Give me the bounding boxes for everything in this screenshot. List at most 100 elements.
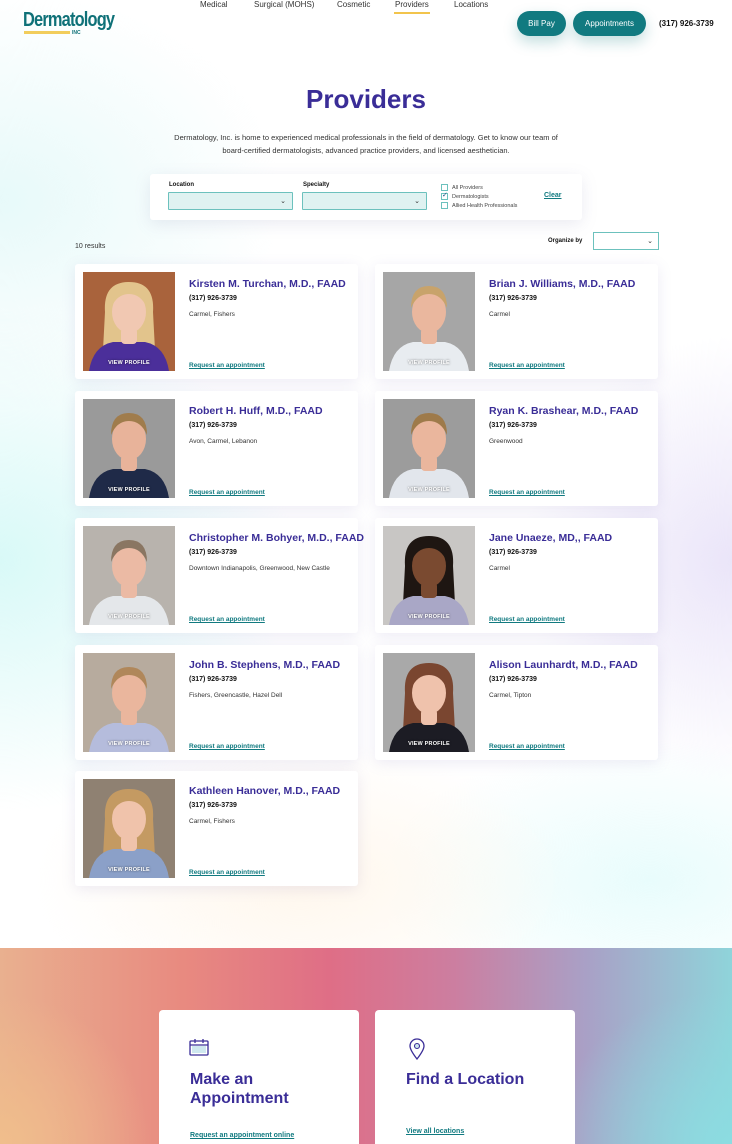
organize-by-select[interactable]: ⌄ bbox=[593, 232, 659, 250]
provider-photo[interactable]: VIEW PROFILE bbox=[83, 526, 175, 625]
find-location-card: Find a Location View all locations bbox=[375, 1010, 575, 1144]
provider-phone[interactable]: (317) 926-3739 bbox=[489, 549, 537, 556]
dermatologists-label: Dermatologists bbox=[452, 193, 489, 200]
provider-photo[interactable]: VIEW PROFILE bbox=[83, 653, 175, 752]
provider-phone[interactable]: (317) 926-3739 bbox=[189, 676, 237, 683]
provider-phone[interactable]: (317) 926-3739 bbox=[489, 295, 537, 302]
provider-phone[interactable]: (317) 926-3739 bbox=[189, 549, 237, 556]
allied-health-checkbox[interactable] bbox=[441, 202, 448, 209]
provider-name[interactable]: Kathleen Hanover, M.D., FAAD bbox=[189, 785, 340, 797]
site-header: Dermatology INC Medical Surgical (MOHS) … bbox=[0, 0, 732, 48]
nav-item-medical[interactable]: Medical bbox=[200, 0, 228, 9]
provider-card: VIEW PROFILE Alison Launhardt, M.D., FAA… bbox=[375, 645, 658, 760]
request-appointment-online-link[interactable]: Request an appointment online bbox=[190, 1132, 294, 1139]
request-appointment-link[interactable]: Request an appointment bbox=[189, 743, 265, 750]
provider-name[interactable]: Robert H. Huff, M.D., FAAD bbox=[189, 405, 323, 417]
provider-phone[interactable]: (317) 926-3739 bbox=[489, 676, 537, 683]
request-appointment-link[interactable]: Request an appointment bbox=[489, 489, 565, 496]
provider-card: VIEW PROFILE Robert H. Huff, M.D., FAAD … bbox=[75, 391, 358, 506]
header-phone-link[interactable]: (317) 926-3739 bbox=[659, 19, 714, 28]
organize-by-label: Organize by bbox=[548, 238, 583, 244]
dermatologists-checkbox[interactable] bbox=[441, 191, 448, 200]
view-profile-link[interactable]: VIEW PROFILE bbox=[383, 487, 475, 493]
request-appointment-link[interactable]: Request an appointment bbox=[489, 743, 565, 750]
provider-card: VIEW PROFILE Kirsten M. Turchan, M.D., F… bbox=[75, 264, 358, 379]
logo-text: Dermatology bbox=[23, 9, 115, 31]
view-profile-link[interactable]: VIEW PROFILE bbox=[83, 360, 175, 366]
all-providers-label: All Providers bbox=[452, 184, 483, 191]
provider-photo[interactable]: VIEW PROFILE bbox=[383, 399, 475, 498]
filter-all-providers[interactable]: All Providers bbox=[441, 184, 483, 191]
provider-locations: Carmel, Fishers bbox=[189, 311, 235, 318]
logo-suffix: INC bbox=[72, 30, 81, 36]
view-all-locations-link[interactable]: View all locations bbox=[406, 1128, 464, 1135]
provider-phone[interactable]: (317) 926-3739 bbox=[489, 422, 537, 429]
filter-dermatologists[interactable]: Dermatologists bbox=[441, 191, 489, 200]
location-select[interactable]: ⌄ bbox=[168, 192, 293, 210]
provider-card: VIEW PROFILE Ryan K. Brashear, M.D., FAA… bbox=[375, 391, 658, 506]
find-location-title: Find a Location bbox=[406, 1071, 525, 1088]
provider-locations: Carmel, Tipton bbox=[489, 692, 532, 699]
chevron-down-icon: ⌄ bbox=[280, 198, 286, 205]
clear-filters-link[interactable]: Clear bbox=[544, 192, 562, 199]
request-appointment-link[interactable]: Request an appointment bbox=[189, 616, 265, 623]
view-profile-link[interactable]: VIEW PROFILE bbox=[83, 741, 175, 747]
provider-card: VIEW PROFILE Jane Unaeze, MD,, FAAD (317… bbox=[375, 518, 658, 633]
view-profile-link[interactable]: VIEW PROFILE bbox=[383, 614, 475, 620]
provider-locations: Greenwood bbox=[489, 438, 523, 445]
provider-photo[interactable]: VIEW PROFILE bbox=[83, 779, 175, 878]
provider-photo[interactable]: VIEW PROFILE bbox=[383, 272, 475, 371]
provider-locations: Carmel bbox=[489, 565, 510, 572]
provider-phone[interactable]: (317) 926-3739 bbox=[189, 295, 237, 302]
map-pin-icon bbox=[409, 1038, 425, 1060]
request-appointment-link[interactable]: Request an appointment bbox=[489, 616, 565, 623]
provider-phone[interactable]: (317) 926-3739 bbox=[189, 422, 237, 429]
provider-name[interactable]: Brian J. Williams, M.D., FAAD bbox=[489, 278, 635, 290]
provider-portrait-icon bbox=[383, 653, 475, 752]
chevron-down-icon: ⌄ bbox=[647, 238, 653, 245]
request-appointment-link[interactable]: Request an appointment bbox=[189, 869, 265, 876]
specialty-select[interactable]: ⌄ bbox=[302, 192, 427, 210]
results-count: 10 results bbox=[75, 243, 106, 250]
provider-phone[interactable]: (317) 926-3739 bbox=[189, 802, 237, 809]
provider-photo[interactable]: VIEW PROFILE bbox=[83, 399, 175, 498]
page-title: Providers bbox=[306, 84, 426, 114]
view-profile-link[interactable]: VIEW PROFILE bbox=[83, 614, 175, 620]
filter-bar: Location ⌄ Specialty ⌄ All Providers Der… bbox=[150, 174, 582, 220]
provider-locations: Carmel bbox=[489, 311, 510, 318]
request-appointment-link[interactable]: Request an appointment bbox=[189, 489, 265, 496]
provider-name[interactable]: Alison Launhardt, M.D., FAAD bbox=[489, 659, 638, 671]
view-profile-link[interactable]: VIEW PROFILE bbox=[383, 741, 475, 747]
provider-name[interactable]: Kirsten M. Turchan, M.D., FAAD bbox=[189, 278, 346, 290]
view-profile-link[interactable]: VIEW PROFILE bbox=[383, 360, 475, 366]
provider-name[interactable]: Christopher M. Bohyer, M.D., FAAD bbox=[189, 532, 364, 544]
allied-health-label: Allied Health Professionals bbox=[452, 202, 518, 209]
request-appointment-link[interactable]: Request an appointment bbox=[189, 362, 265, 369]
provider-portrait-icon bbox=[83, 653, 175, 752]
nav-item-locations[interactable]: Locations bbox=[454, 0, 488, 9]
nav-item-providers[interactable]: Providers bbox=[394, 0, 430, 14]
appointments-button[interactable]: Appointments bbox=[573, 11, 646, 36]
filter-allied-health[interactable]: Allied Health Professionals bbox=[441, 202, 517, 209]
provider-name[interactable]: Jane Unaeze, MD,, FAAD bbox=[489, 532, 612, 544]
logo-accent-bar bbox=[24, 31, 70, 34]
provider-photo[interactable]: VIEW PROFILE bbox=[83, 272, 175, 371]
provider-photo[interactable]: VIEW PROFILE bbox=[383, 526, 475, 625]
intro-text: Dermatology, Inc. is home to experienced… bbox=[174, 133, 558, 155]
nav-item-cosmetic[interactable]: Cosmetic bbox=[337, 0, 370, 9]
logo[interactable]: Dermatology INC bbox=[23, 9, 115, 37]
provider-portrait-icon bbox=[83, 272, 175, 371]
provider-locations: Fishers, Greencastle, Hazel Dell bbox=[189, 692, 283, 699]
provider-portrait-icon bbox=[383, 272, 475, 371]
view-profile-link[interactable]: VIEW PROFILE bbox=[83, 487, 175, 493]
nav-item-surgical[interactable]: Surgical (MOHS) bbox=[254, 0, 314, 9]
provider-card: VIEW PROFILE Christopher M. Bohyer, M.D.… bbox=[75, 518, 364, 633]
request-appointment-link[interactable]: Request an appointment bbox=[489, 362, 565, 369]
calendar-icon bbox=[189, 1039, 209, 1056]
provider-name[interactable]: Ryan K. Brashear, M.D., FAAD bbox=[489, 405, 638, 417]
provider-name[interactable]: John B. Stephens, M.D., FAAD bbox=[189, 659, 340, 671]
view-profile-link[interactable]: VIEW PROFILE bbox=[83, 867, 175, 873]
all-providers-checkbox[interactable] bbox=[441, 184, 448, 191]
provider-photo[interactable]: VIEW PROFILE bbox=[383, 653, 475, 752]
bill-pay-button[interactable]: Bill Pay bbox=[517, 11, 566, 36]
